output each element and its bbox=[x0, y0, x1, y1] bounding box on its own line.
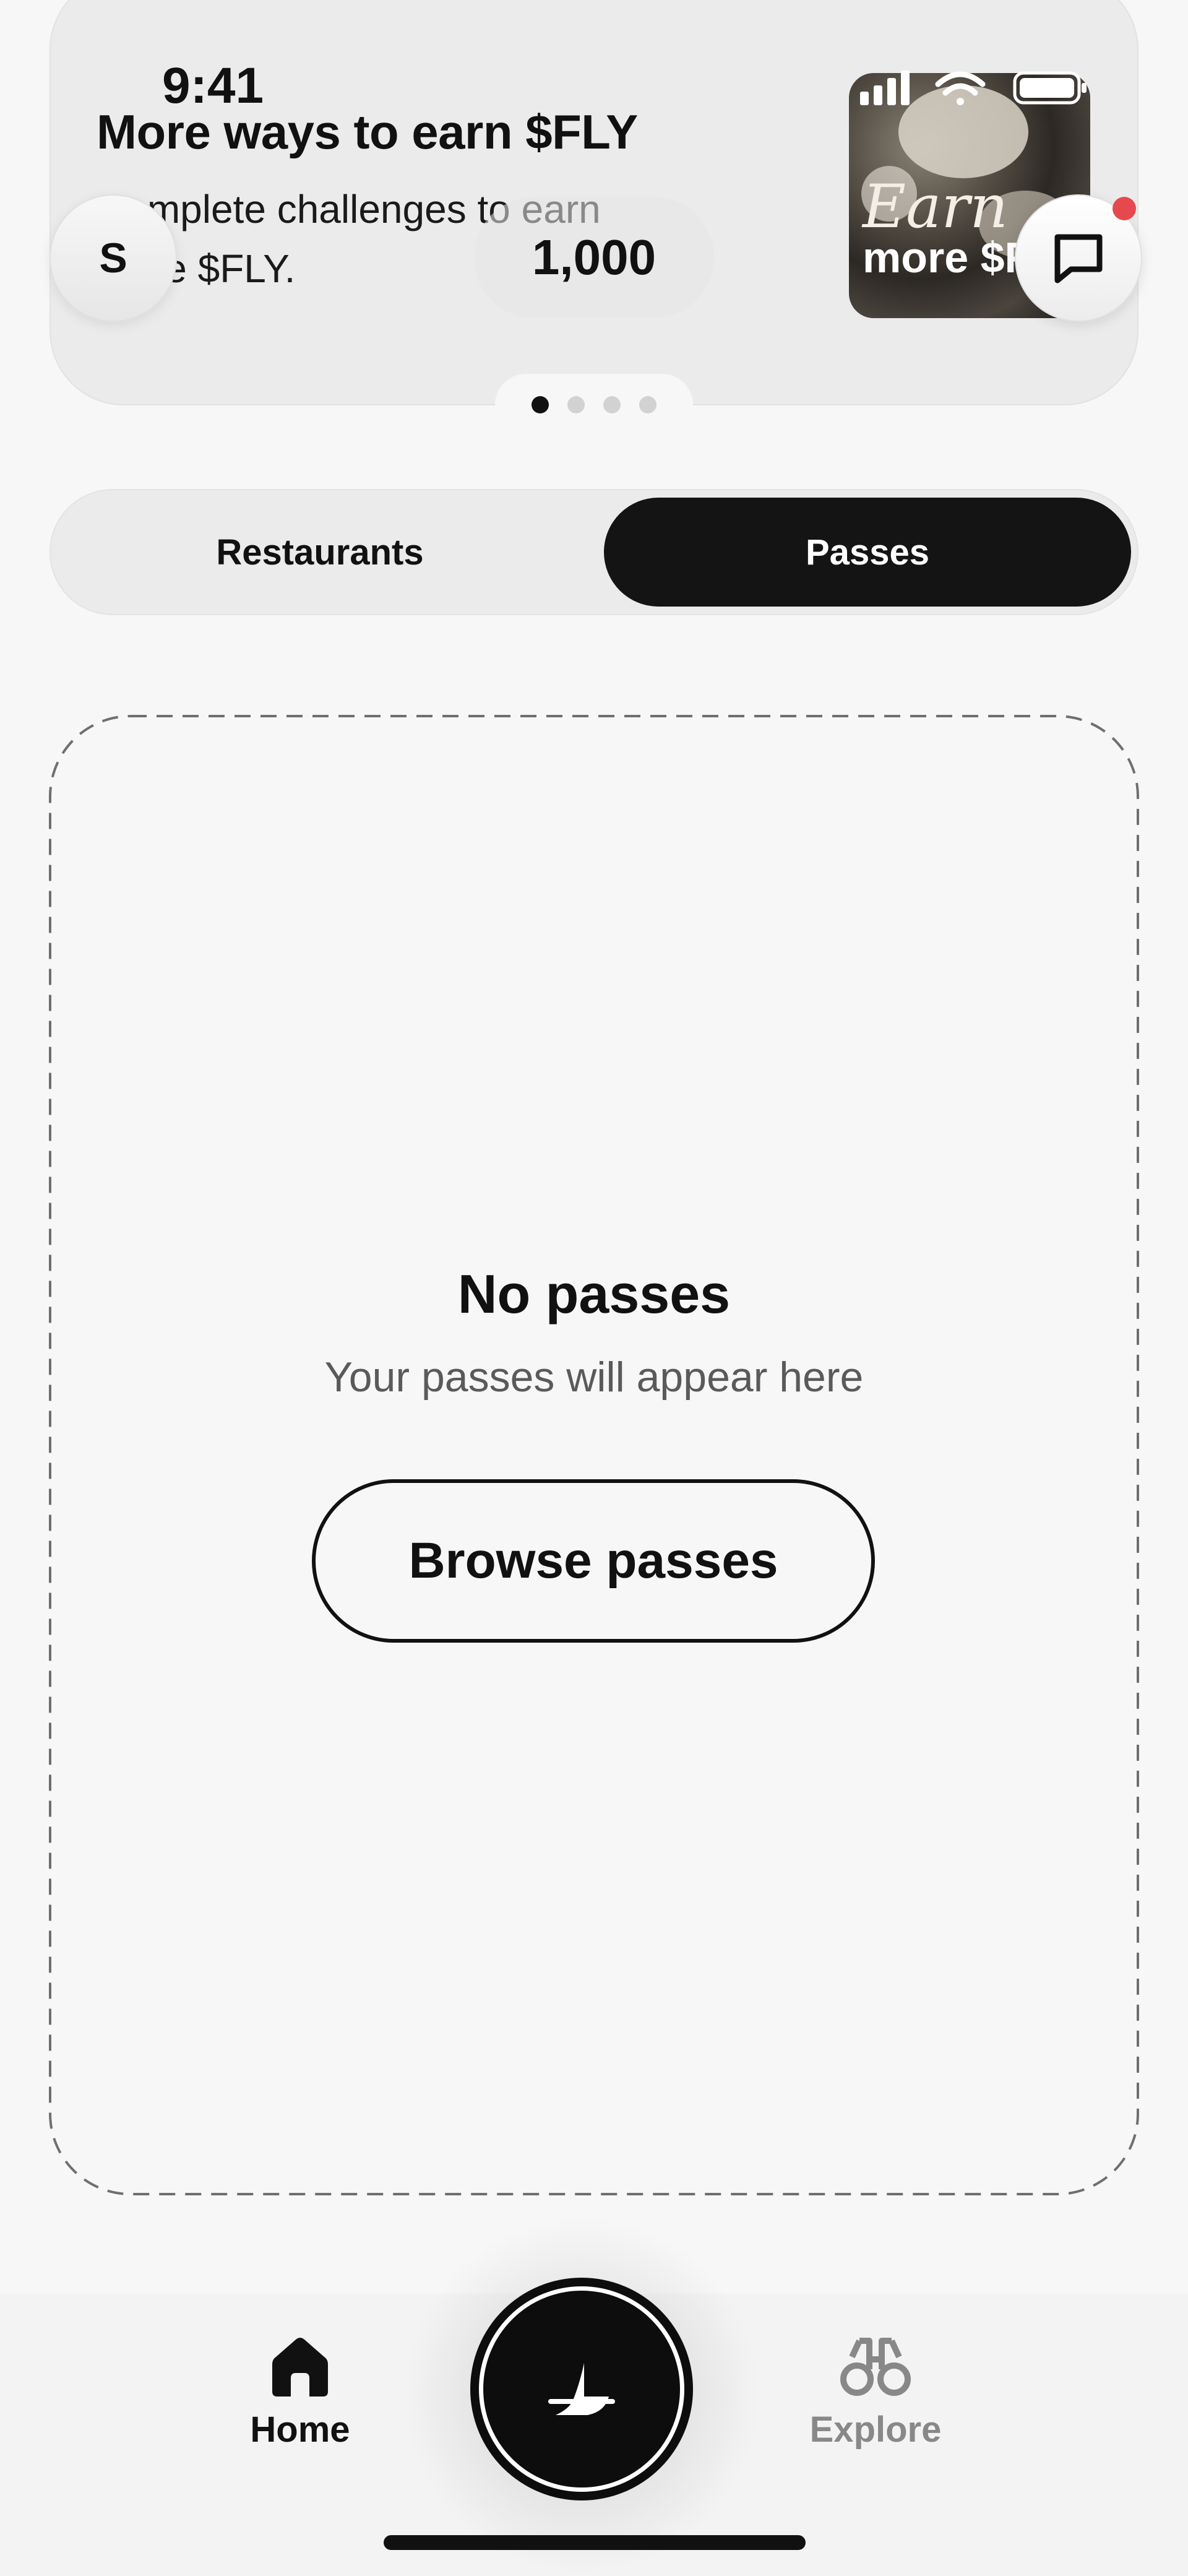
promo-pager[interactable] bbox=[495, 374, 693, 436]
empty-state-card bbox=[49, 715, 1139, 2195]
signal-icon bbox=[860, 71, 910, 105]
chat-icon bbox=[1054, 234, 1103, 283]
pager-dot[interactable] bbox=[603, 396, 621, 413]
tab-passes[interactable]: Passes bbox=[604, 498, 1131, 607]
empty-state-title: No passes bbox=[457, 1263, 731, 1325]
nav-explore-label: Explore bbox=[809, 2410, 942, 2450]
fly-balance[interactable]: 1,000 bbox=[474, 197, 714, 318]
status-icons bbox=[860, 71, 1087, 105]
nav-explore[interactable]: Explore bbox=[804, 2332, 947, 2450]
home-icon bbox=[272, 2338, 328, 2397]
status-time: 9:41 bbox=[162, 58, 264, 114]
pager-dot[interactable] bbox=[532, 396, 549, 413]
home-indicator bbox=[384, 2535, 806, 2550]
browse-passes-button[interactable]: Browse passes bbox=[312, 1479, 875, 1643]
tab-restaurants[interactable]: Restaurants bbox=[51, 493, 589, 612]
center-action-button[interactable] bbox=[470, 2278, 693, 2500]
binoculars-icon bbox=[840, 2338, 911, 2396]
wifi-icon bbox=[935, 71, 986, 105]
pager-dot[interactable] bbox=[639, 396, 656, 413]
center-button-ring bbox=[479, 2286, 684, 2492]
promo-image-caption-italic: Earn bbox=[863, 172, 1009, 241]
battery-icon bbox=[1013, 71, 1087, 105]
notification-dot bbox=[1113, 197, 1136, 220]
pager-dot[interactable] bbox=[567, 396, 585, 413]
empty-state-subtitle: Your passes will appear here bbox=[324, 1354, 864, 1401]
nav-home-label: Home bbox=[250, 2410, 350, 2450]
avatar[interactable]: S bbox=[50, 194, 177, 322]
nav-home[interactable]: Home bbox=[229, 2332, 371, 2450]
